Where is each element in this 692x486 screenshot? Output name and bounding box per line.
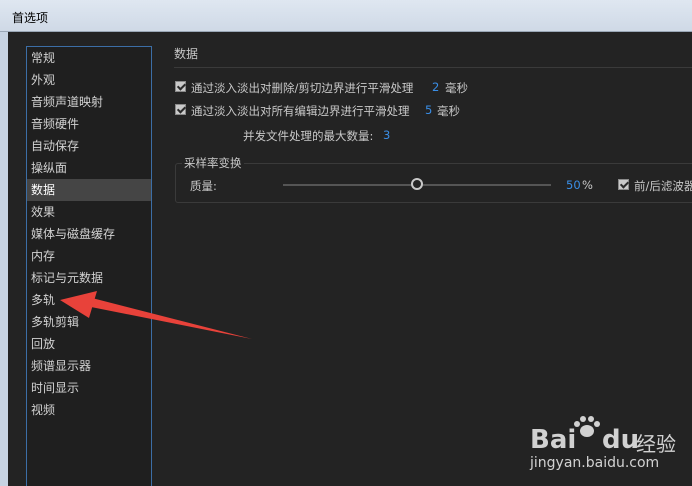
- annotation-arrow-head: [60, 291, 97, 318]
- watermark-brand-right: du: [602, 425, 640, 455]
- annotation-arrow: [60, 291, 252, 339]
- watermark-brand-cn: 经验: [636, 432, 676, 456]
- annotation-arrow-shaft: [86, 298, 252, 339]
- paw-icon: [574, 416, 600, 437]
- watermark-brand-left: Bai: [530, 425, 577, 455]
- watermark-url: jingyan.baidu.com: [530, 455, 660, 471]
- baidu-watermark: Bai du 经验 jingyan.baidu.com: [530, 415, 690, 485]
